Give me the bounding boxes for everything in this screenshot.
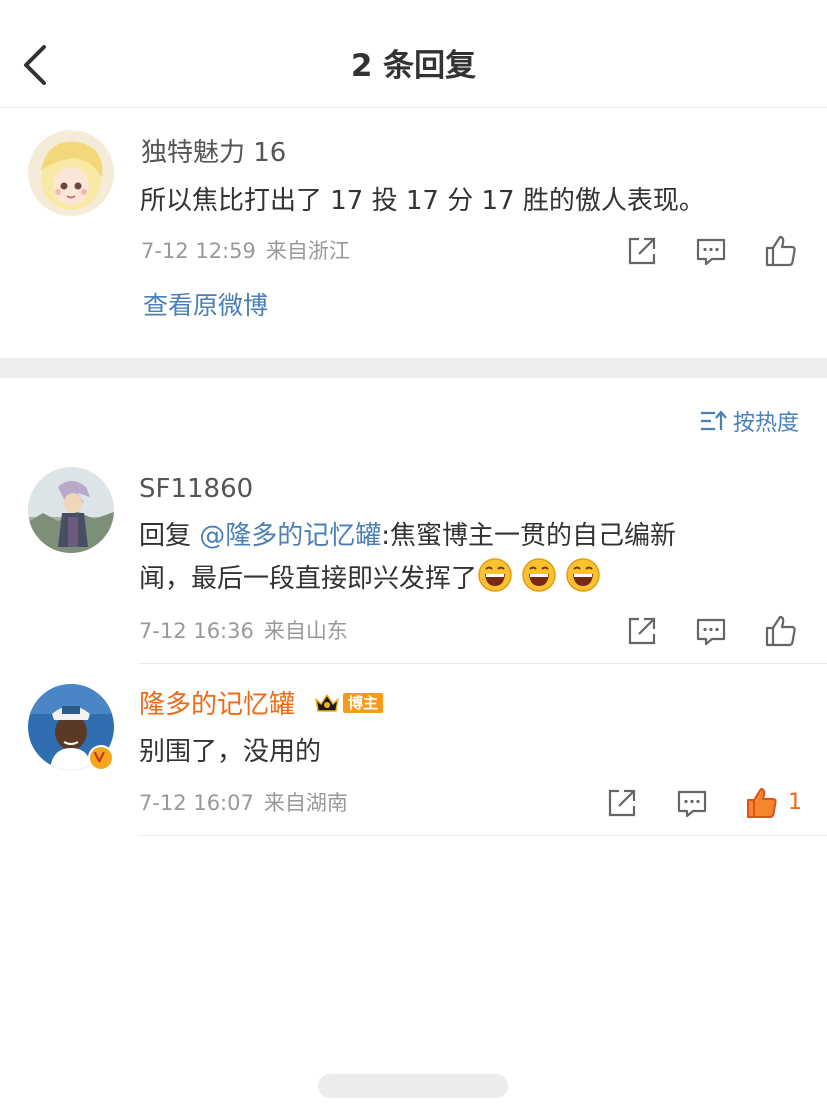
like-button-active[interactable]: [745, 786, 779, 820]
reply-body-continued: 闻，最后一段直接即兴发挥了: [139, 564, 478, 594]
divider: [139, 663, 827, 664]
share-icon: [628, 617, 656, 645]
divider: [139, 835, 827, 836]
reply-prefix: 回复: [139, 521, 200, 551]
view-original-link[interactable]: 查看原微博: [143, 287, 268, 325]
sort-button[interactable]: 按热度: [699, 405, 799, 437]
username[interactable]: 隆多的记忆罐: [139, 688, 295, 722]
comment-icon: [696, 238, 726, 266]
share-icon: [608, 789, 636, 817]
comment-icon: [696, 618, 726, 646]
section-gap: [0, 358, 827, 378]
reply-text-line-1: 回复 @隆多的记忆罐:焦蜜博主一贯的自己编新: [139, 514, 676, 558]
sort-label: 按热度: [732, 411, 799, 436]
nav-header: 2 条回复: [0, 0, 827, 108]
like-icon: [765, 615, 796, 647]
share-button[interactable]: [605, 786, 639, 820]
crown-icon: [315, 694, 339, 712]
mention-link[interactable]: @隆多的记忆罐: [199, 521, 381, 551]
comment-icon: [677, 790, 707, 818]
share-button[interactable]: [625, 614, 659, 648]
reply-meta: 7-12 16:07 来自湖南: [139, 788, 358, 818]
author-badge: 博主: [313, 689, 384, 717]
share-button[interactable]: [625, 234, 659, 268]
like-icon: [765, 235, 796, 267]
like-count: 1: [788, 790, 802, 815]
share-icon: [628, 237, 656, 265]
laugh-emoji-icon: [478, 558, 512, 592]
timestamp: 7-12 16:07: [139, 791, 254, 815]
laugh-emoji-icon: [566, 558, 600, 592]
laugh-emoji-icon: [522, 558, 556, 592]
timestamp: 7-12 16:36: [139, 619, 254, 643]
avatar[interactable]: [28, 130, 114, 216]
location: 来自浙江: [265, 239, 350, 263]
location: 来自山东: [263, 619, 348, 643]
reply-text-line-2: 闻，最后一段直接即兴发挥了: [139, 557, 609, 601]
comment-button[interactable]: [675, 786, 709, 820]
username[interactable]: 独特魅力 16: [141, 136, 286, 170]
page-title: 2 条回复: [350, 48, 477, 84]
home-indicator: [318, 1074, 508, 1098]
comment-meta: 7-12 12:59 来自浙江: [141, 236, 360, 266]
comment-text: 所以焦比打出了 17 投 17 分 17 胜的傲人表现。: [140, 186, 705, 216]
avatar[interactable]: [28, 467, 114, 553]
verified-icon: [88, 745, 114, 771]
reply-meta: 7-12 16:36 来自山东: [139, 616, 358, 646]
comment-button[interactable]: [694, 234, 728, 268]
username[interactable]: SF11860: [139, 472, 253, 506]
sort-icon: [700, 410, 727, 431]
location: 来自湖南: [263, 791, 348, 815]
author-badge-label: 博主: [343, 693, 384, 713]
reply-text: 别围了，没用的: [139, 737, 322, 767]
like-button[interactable]: [764, 614, 798, 648]
reply-body: :焦蜜博主一贯的自己编新: [381, 521, 677, 551]
like-button[interactable]: [764, 234, 798, 268]
comment-button[interactable]: [694, 614, 728, 648]
like-icon: [747, 788, 777, 818]
timestamp: 7-12 12:59: [141, 239, 256, 263]
